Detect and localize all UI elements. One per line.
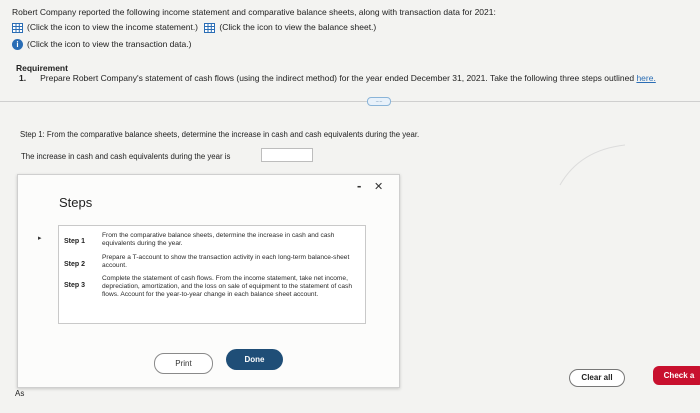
steps-dialog: Steps - ✕ ▸ Step 1 From the comparative … (17, 174, 400, 388)
done-button[interactable]: Done (226, 349, 283, 370)
section-divider (0, 101, 700, 102)
minimize-button[interactable]: - (357, 178, 361, 193)
step-label: Step 3 (64, 282, 86, 289)
table-icon[interactable] (204, 22, 216, 33)
dialog-title: Steps (59, 195, 93, 210)
requirement-row: 1. Prepare Robert Company's statement of … (19, 73, 656, 83)
step-text: From the comparative balance sheets, det… (102, 232, 335, 247)
step1-prompt: The increase in cash and cash equivalent… (21, 152, 231, 161)
check-answer-button[interactable]: Check a (653, 366, 700, 385)
step-text: Complete the statement of cash flows. Fr… (102, 275, 352, 298)
info-icon[interactable]: i (12, 39, 23, 51)
print-button[interactable]: Print (154, 353, 213, 374)
increase-in-cash-input[interactable] (261, 148, 313, 162)
step-text: Prepare a T-account to show the transact… (102, 254, 350, 269)
step-label: Step 2 (64, 261, 86, 268)
step1-instruction: Step 1: From the comparative balance she… (20, 130, 420, 139)
requirement-text: Prepare Robert Company's statement of ca… (40, 73, 635, 83)
steps-list: Step 1 From the comparative balance shee… (58, 225, 366, 324)
balance-sheet-link[interactable]: (Click the icon to view the balance shee… (219, 22, 376, 32)
cursor-icon: ▸ (38, 235, 42, 242)
table-icon[interactable] (12, 22, 23, 33)
partial-label: As (15, 389, 25, 398)
transaction-link-row[interactable]: i (Click the icon to view the transaction… (12, 39, 191, 51)
decorative-arc (559, 144, 626, 186)
income-statement-link[interactable]: (Click the icon to view the income state… (27, 22, 198, 32)
collapse-toggle[interactable]: ..... (367, 97, 391, 106)
step-label: Step 1 (64, 238, 86, 245)
requirement-number: 1. (19, 73, 27, 83)
income-statement-link-row[interactable]: (Click the icon to view the income state… (12, 22, 376, 33)
requirement-heading: Requirement (16, 63, 68, 73)
steps-here-link[interactable]: here. (636, 73, 655, 83)
transaction-data-link[interactable]: (Click the icon to view the transaction … (27, 39, 191, 49)
intro-text: Robert Company reported the following in… (12, 7, 496, 17)
clear-all-button[interactable]: Clear all (569, 369, 625, 387)
close-button[interactable]: ✕ (374, 180, 383, 193)
